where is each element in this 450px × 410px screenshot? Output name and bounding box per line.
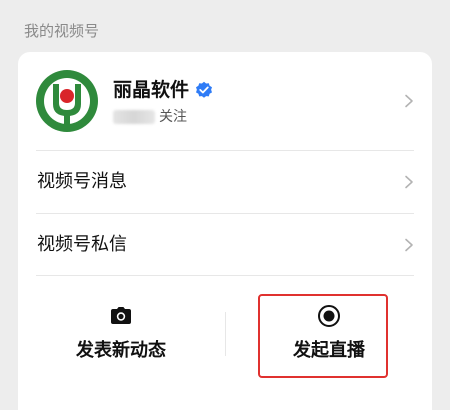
profile-name-line: 丽晶软件 <box>113 78 213 102</box>
chevron-right-icon <box>405 175 413 189</box>
highlight-box <box>258 294 388 378</box>
chevron-right-icon <box>405 94 413 108</box>
section-title: 我的视频号 <box>24 22 100 40</box>
menu-item-channel-messages[interactable]: 视频号消息 <box>18 151 432 213</box>
menu-item-label: 视频号私信 <box>37 234 127 255</box>
profile-name: 丽晶软件 <box>113 79 190 101</box>
post-moment-label: 发表新动态 <box>76 340 166 361</box>
follow-count: 关注 <box>113 107 187 127</box>
lijing-logo-icon <box>36 70 98 132</box>
channels-card: 丽晶软件 关注 视频号消息 视频号私信 发表新动态 发起直播 <box>18 52 432 410</box>
menu-item-label: 视频号消息 <box>37 171 127 192</box>
verified-badge-icon <box>196 81 213 98</box>
menu-item-channel-private-messages[interactable]: 视频号私信 <box>18 214 432 276</box>
follower-count-blurred <box>113 110 155 124</box>
camera-icon <box>111 307 131 324</box>
follow-label: 关注 <box>159 109 187 125</box>
action-bar: 发表新动态 发起直播 <box>18 276 432 410</box>
post-moment-button[interactable]: 发表新动态 <box>18 276 224 386</box>
chevron-right-icon <box>405 238 413 252</box>
profile-row[interactable]: 丽晶软件 关注 <box>18 52 432 150</box>
